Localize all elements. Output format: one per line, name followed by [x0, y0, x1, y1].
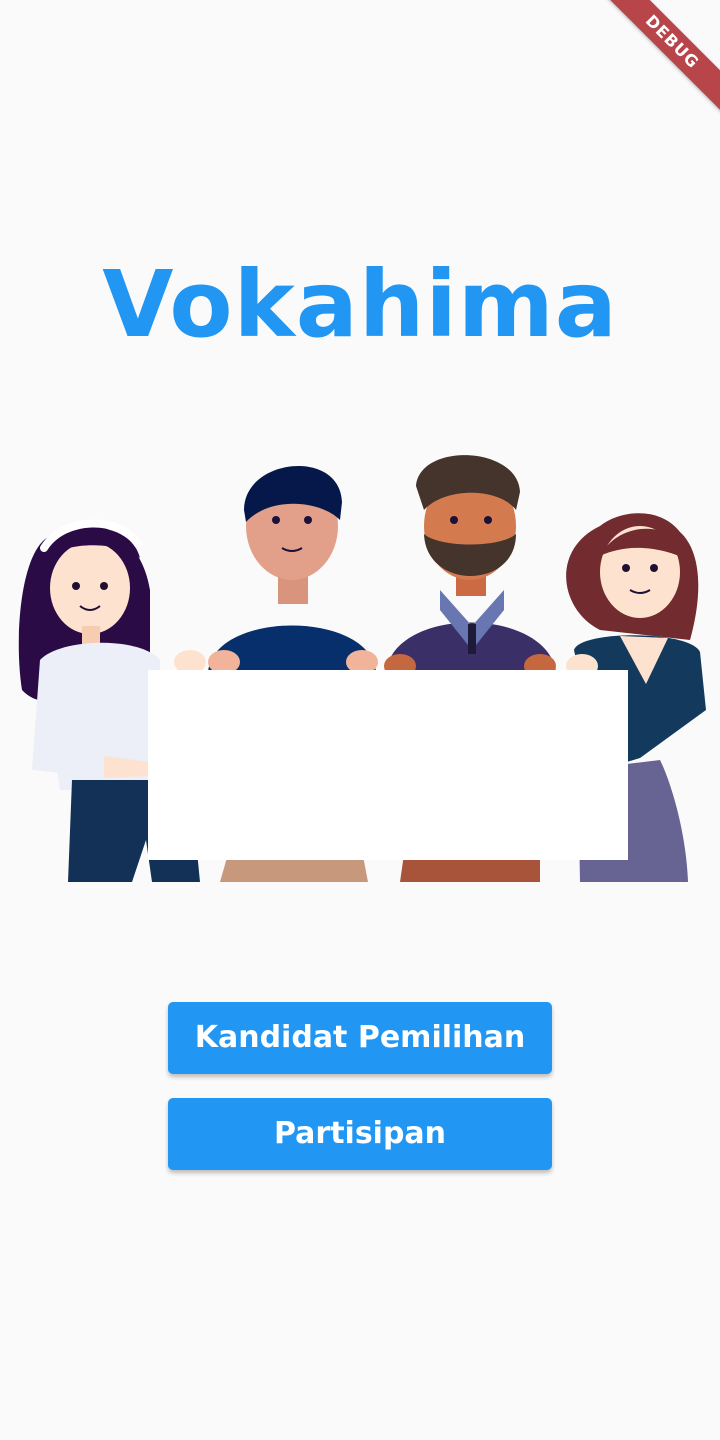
debug-banner-label: DEBUG	[591, 0, 720, 123]
hero-illustration	[18, 455, 706, 882]
candidates-button[interactable]: Kandidat Pemilihan	[168, 1002, 552, 1074]
blank-sign-board	[148, 670, 628, 860]
debug-banner: DEBUG	[560, 0, 720, 160]
participants-button[interactable]: Partisipan	[168, 1098, 552, 1170]
welcome-screen: DEBUG Vokahima Kandidat Pemilihan Partis…	[0, 0, 720, 1440]
app-title: Vokahima	[102, 251, 618, 358]
